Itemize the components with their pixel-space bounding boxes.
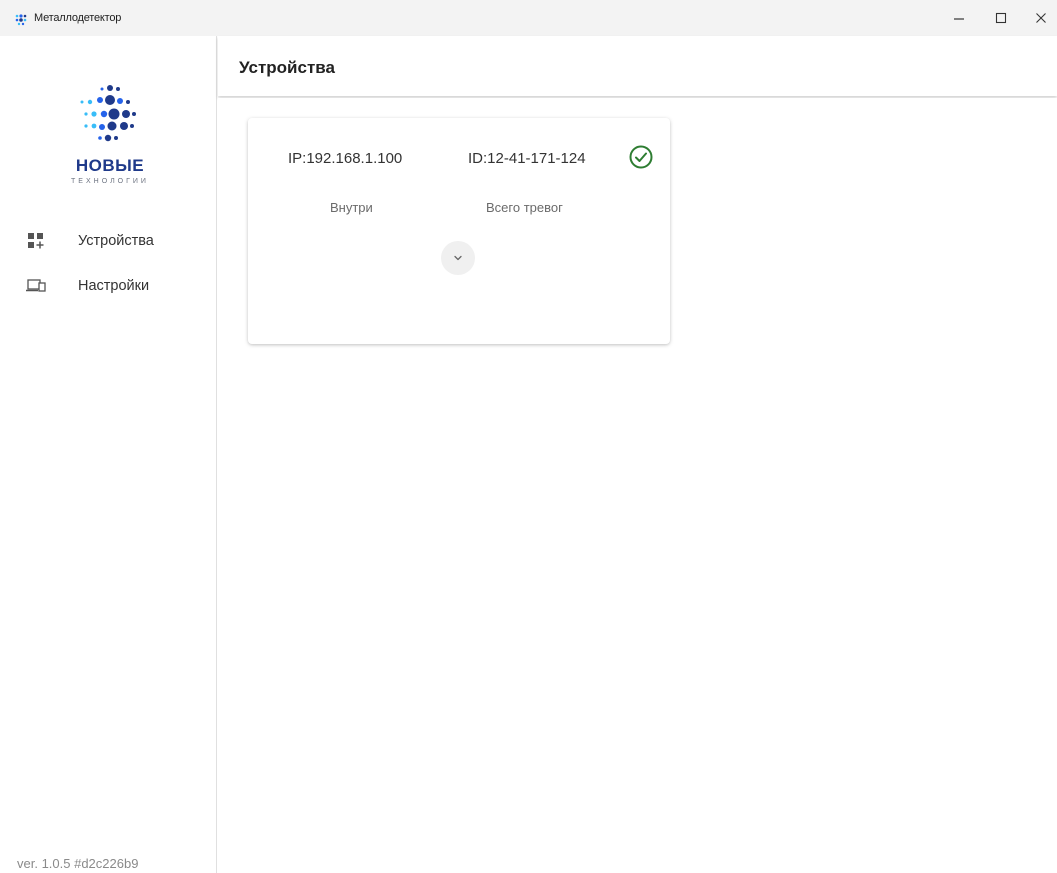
device-location: Внутри [330, 200, 373, 215]
check-circle-icon [629, 145, 653, 169]
sidebar: НОВЫЕ ТЕХНОЛОГИИ Устройства Настройки ve… [0, 36, 217, 873]
window-title: Металлодетектор [34, 12, 122, 24]
close-icon [1036, 13, 1046, 23]
logo-name-sub: ТЕХНОЛОГИИ [71, 178, 149, 185]
title-bar: Металлодетектор [0, 0, 1057, 36]
device-ip: IP:192.168.1.100 [288, 150, 403, 167]
device-card: IP:192.168.1.100 ID:12-41-171-124 Внутри… [248, 118, 670, 344]
close-button[interactable] [1022, 0, 1057, 36]
sidebar-item-devices[interactable]: Устройства [0, 221, 216, 261]
maximize-icon [995, 12, 1007, 24]
page-title: Устройства [239, 58, 335, 77]
sidebar-item-label: Настройки [78, 278, 150, 294]
settings-devices-icon [26, 276, 46, 296]
maximize-button[interactable] [982, 0, 1020, 36]
device-grid-icon [26, 231, 46, 251]
sidebar-item-label: Устройства [78, 233, 154, 249]
expand-device-button[interactable] [441, 241, 475, 275]
device-alarms-label: Всего тревог [486, 200, 563, 215]
app-window: Металлодетектор НОВЫЕ ТЕХНОЛОГИИ Устройс… [0, 0, 1057, 873]
main-content: IP:192.168.1.100 ID:12-41-171-124 Внутри… [218, 98, 1057, 873]
sidebar-item-settings[interactable]: Настройки [0, 266, 216, 306]
company-logo: НОВЫЕ ТЕХНОЛОГИИ [50, 78, 170, 188]
minimize-icon [954, 18, 964, 20]
logo-dots-icon [80, 85, 136, 142]
device-id: ID:12-41-171-124 [468, 150, 586, 167]
version-label: ver. 1.0.5 #d2c226b9 [17, 856, 139, 871]
chevron-down-icon [454, 255, 462, 261]
app-logo-icon [15, 14, 27, 26]
logo-name-main: НОВЫЕ [75, 156, 145, 175]
app-header: Устройства [218, 36, 1057, 96]
minimize-button[interactable] [940, 0, 978, 36]
